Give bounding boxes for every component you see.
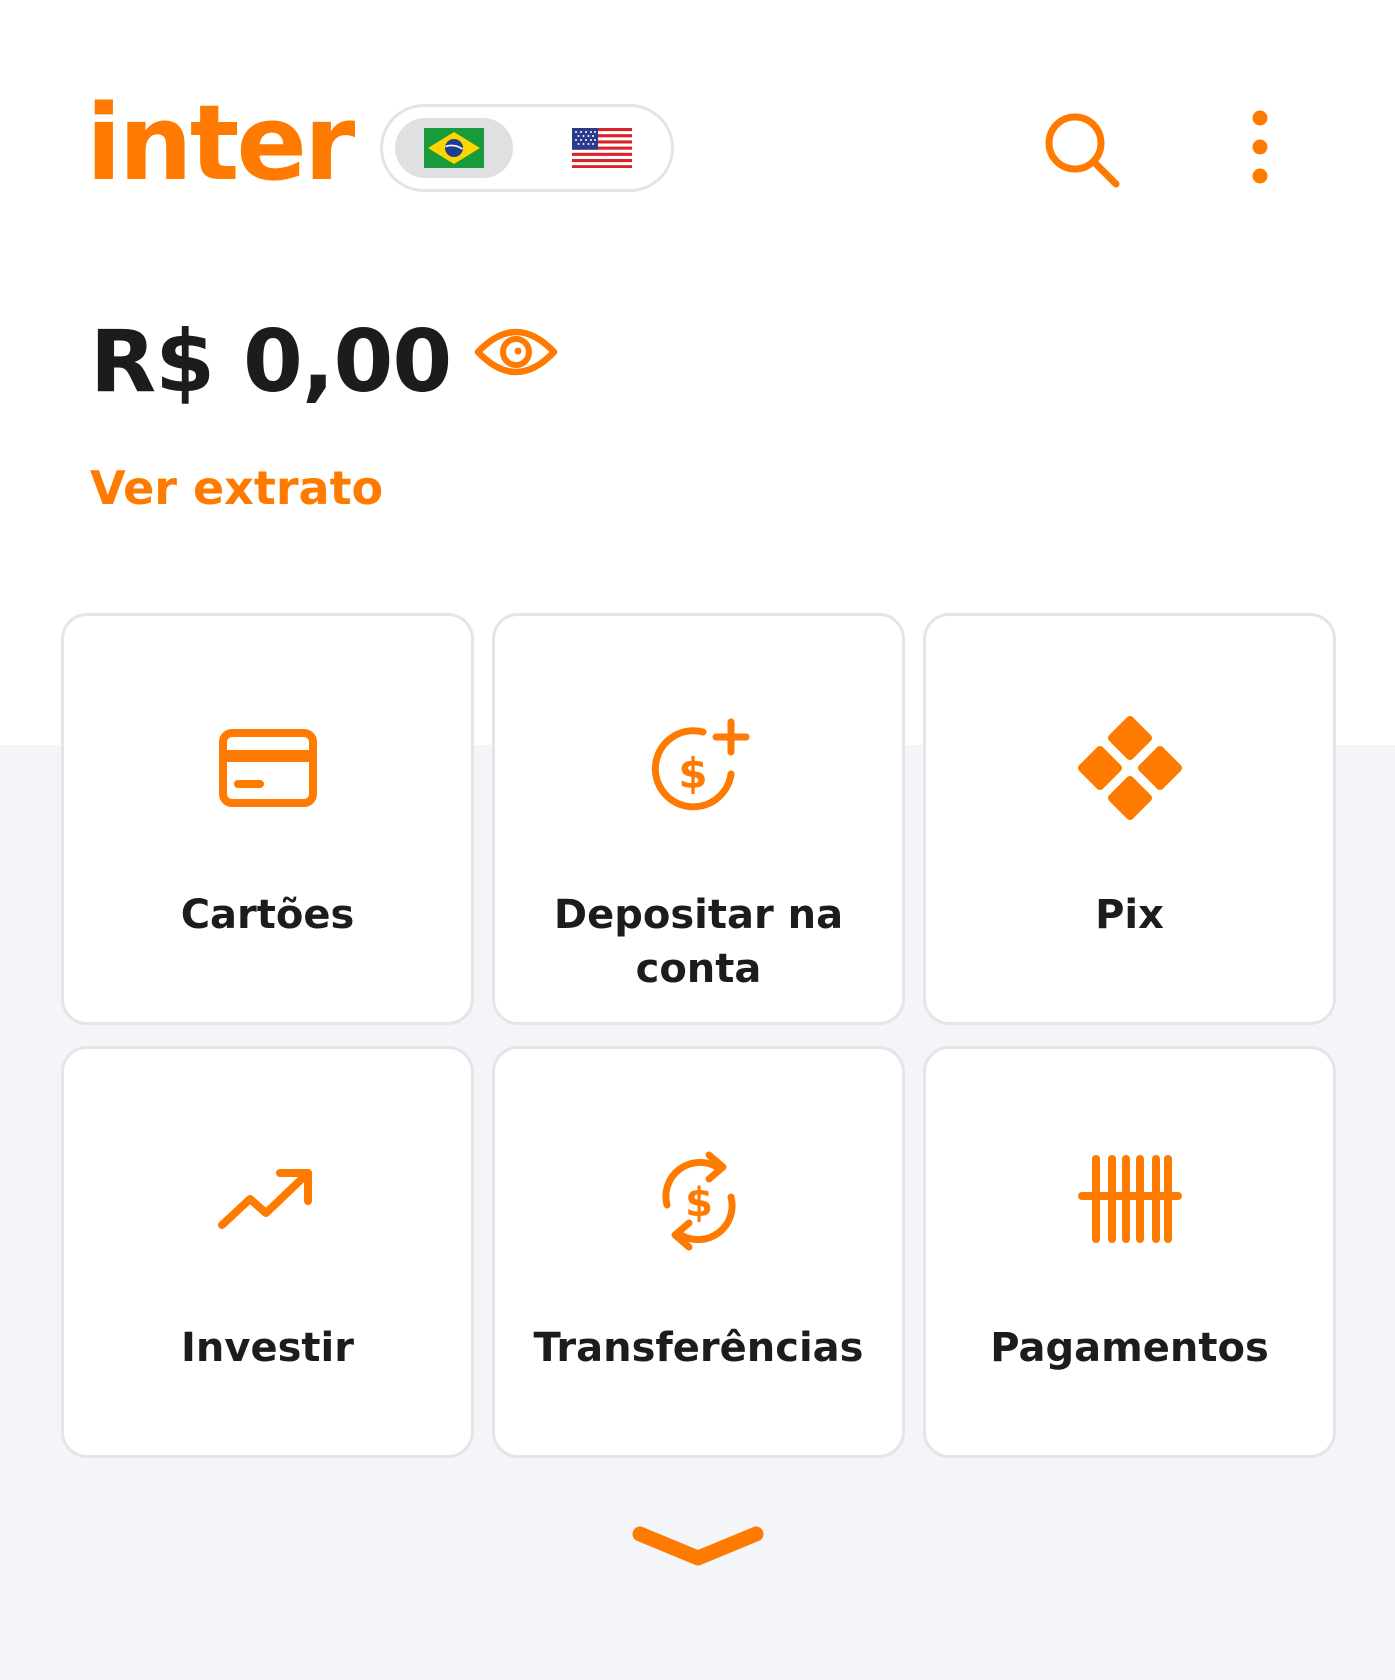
inter-logo: inter: [86, 82, 355, 204]
view-statement-link[interactable]: Ver extrato: [90, 458, 383, 518]
trending-up-icon: [217, 1169, 312, 1229]
shortcuts-grid: Cartões $ Depositar na conta Pix Investi…: [61, 613, 1336, 1458]
chevron-down-icon[interactable]: [630, 1522, 766, 1572]
currency-toggle[interactable]: [380, 104, 674, 192]
shortcut-pix[interactable]: Pix: [923, 613, 1336, 1025]
barcode-icon: [1077, 1155, 1182, 1243]
svg-text:$: $: [685, 1180, 713, 1226]
shortcut-label: Pix: [1095, 892, 1164, 938]
svg-text:$: $: [678, 749, 707, 798]
eye-icon[interactable]: [474, 320, 558, 384]
shortcut-cards[interactable]: Cartões: [61, 613, 474, 1025]
brl-option[interactable]: [395, 118, 513, 178]
credit-card-icon: [218, 729, 317, 807]
deposit-icon: $: [651, 718, 749, 811]
shortcut-label: Pagamentos: [990, 1325, 1269, 1371]
usd-option[interactable]: [543, 118, 661, 178]
shortcut-deposit[interactable]: $ Depositar na conta: [492, 613, 905, 1025]
shortcut-label: Depositar na conta: [553, 892, 844, 992]
transfer-icon: $: [661, 1151, 736, 1251]
shortcut-payments[interactable]: Pagamentos: [923, 1046, 1336, 1458]
pix-icon: [1077, 716, 1182, 820]
shortcut-label: Transferências: [533, 1325, 864, 1371]
usa-flag-icon: [572, 128, 632, 168]
shortcut-transfers[interactable]: $ Transferências: [492, 1046, 905, 1458]
shortcut-invest[interactable]: Investir: [61, 1046, 474, 1458]
search-icon[interactable]: [1040, 108, 1126, 194]
shortcut-label: Investir: [181, 1325, 354, 1371]
brazil-flag-icon: [424, 128, 484, 168]
shortcut-label: Cartões: [180, 892, 355, 938]
account-balance: R$ 0,00: [90, 312, 452, 412]
more-vertical-icon[interactable]: [1240, 108, 1280, 194]
